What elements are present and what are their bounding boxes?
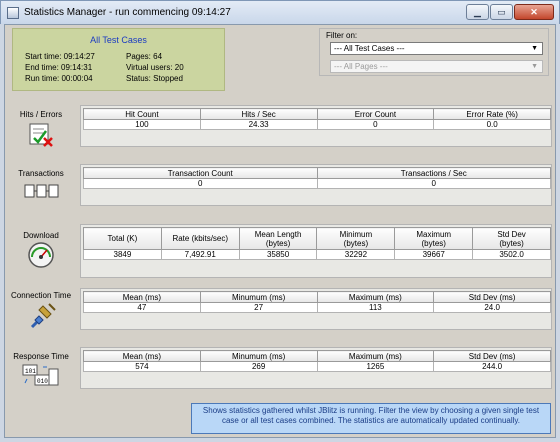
virtual-users: Virtual users: 20 [126, 63, 184, 72]
transactions-label: Transactions [18, 169, 64, 178]
filter-label: Filter on: [326, 31, 358, 40]
hit-count-header[interactable]: Hit Count [83, 108, 201, 120]
resp-mean-value: 574 [83, 361, 201, 372]
info-message: Shows statistics gathered whilst JBlitz … [191, 403, 551, 434]
pages-count: Pages: 64 [126, 52, 163, 61]
test-case-filter-value: --- All Test Cases --- [334, 44, 405, 53]
run-status: Status: Stopped [126, 74, 183, 83]
hits-per-sec-header[interactable]: Hits / Sec [199, 108, 318, 120]
minimum-bytes-value: 32292 [316, 249, 396, 260]
table-row: 100 24.33 0 0.0 [83, 119, 551, 130]
app-icon [7, 7, 19, 19]
maximize-button[interactable]: ▭ [490, 4, 513, 20]
test-case-filter-select[interactable]: --- All Test Cases --- ▼ [330, 42, 543, 55]
response-time-label: Response Time [13, 352, 69, 361]
conn-maximum-header[interactable]: Maximum (ms) [316, 291, 435, 303]
maximum-bytes-value: 39667 [394, 249, 474, 260]
resp-maximum-value: 1265 [316, 361, 435, 372]
gauge-icon [28, 242, 54, 268]
transactions-per-sec-value: 0 [316, 178, 551, 189]
connection-plug-icon [30, 303, 56, 329]
resp-std-dev-value: 244.0 [433, 361, 551, 372]
window-title: Statistics Manager - run commencing 09:1… [24, 7, 231, 18]
connection-time-panel: Mean (ms) Minumum (ms) Maximum (ms) Std … [80, 288, 552, 330]
total-k-header[interactable]: Total (K) [83, 227, 162, 250]
conn-minimum-header[interactable]: Minumum (ms) [199, 291, 318, 303]
transactions-per-sec-header[interactable]: Transactions / Sec [316, 167, 551, 179]
transactions-panel: Transaction Count Transactions / Sec 0 0 [80, 164, 552, 206]
transaction-count-value: 0 [83, 178, 318, 189]
connection-time-table: Mean (ms) Minumum (ms) Maximum (ms) Std … [83, 291, 551, 313]
conn-minimum-value: 27 [199, 302, 318, 313]
hit-count-value: 100 [83, 119, 201, 130]
start-time: Start time: 09:14:27 [25, 52, 95, 61]
hits-per-sec-value: 24.33 [199, 119, 318, 130]
resp-minimum-header[interactable]: Minumum (ms) [199, 350, 318, 362]
conn-maximum-value: 113 [316, 302, 435, 313]
mean-length-value: 35850 [238, 249, 318, 260]
connection-time-label: Connection Time [10, 291, 72, 300]
error-count-value: 0 [316, 119, 435, 130]
table-row: 574 269 1265 244.0 [83, 361, 551, 372]
hits-errors-table: Hit Count Hits / Sec Error Count Error R… [83, 108, 551, 130]
response-time-table: Mean (ms) Minumum (ms) Maximum (ms) Std … [83, 350, 551, 372]
summary-times: Start time: 09:14:27 End time: 09:14:31 … [25, 51, 95, 84]
minimum-bytes-header[interactable]: Minimum (bytes) [316, 227, 396, 250]
transactions-table: Transaction Count Transactions / Sec 0 0 [83, 167, 551, 189]
maximum-bytes-header[interactable]: Maximum (bytes) [394, 227, 474, 250]
end-time: End time: 09:14:31 [25, 63, 93, 72]
run-time: Run time: 00:00:04 [25, 74, 93, 83]
pages-filter-value: --- All Pages --- [334, 62, 388, 71]
table-row: 47 27 113 24.0 [83, 302, 551, 313]
conn-mean-value: 47 [83, 302, 201, 313]
hits-errors-panel: Hit Count Hits / Sec Error Count Error R… [80, 105, 552, 147]
pages-filter-select[interactable]: --- All Pages --- ▼ [330, 60, 543, 73]
resp-maximum-header[interactable]: Maximum (ms) [316, 350, 435, 362]
hits-errors-icon [29, 123, 53, 147]
rate-header[interactable]: Rate (kbits/sec) [160, 227, 240, 250]
window-titlebar: Statistics Manager - run commencing 09:1… [0, 0, 560, 24]
conn-mean-header[interactable]: Mean (ms) [83, 291, 201, 303]
resp-std-dev-header[interactable]: Std Dev (ms) [433, 350, 551, 362]
hits-errors-label: Hits / Errors [19, 110, 63, 119]
error-count-header[interactable]: Error Count [316, 108, 435, 120]
resp-mean-header[interactable]: Mean (ms) [83, 350, 201, 362]
minimize-button[interactable]: ▁ [466, 4, 489, 20]
summary-counts: Pages: 64 Virtual users: 20 Status: Stop… [126, 51, 184, 84]
chevron-down-icon: ▼ [531, 63, 538, 70]
resp-minimum-value: 269 [199, 361, 318, 372]
conn-std-dev-header[interactable]: Std Dev (ms) [433, 291, 551, 303]
chevron-down-icon: ▼ [531, 45, 538, 52]
response-data-icon: 101 010 [22, 364, 59, 386]
svg-text:101: 101 [25, 368, 36, 375]
conn-std-dev-value: 24.0 [433, 302, 551, 313]
summary-title: All Test Cases [90, 35, 147, 45]
std-dev-bytes-header[interactable]: Std Dev (bytes) [472, 227, 551, 250]
table-row: 0 0 [83, 178, 551, 189]
response-time-panel: Mean (ms) Minumum (ms) Maximum (ms) Std … [80, 347, 552, 389]
download-table: Total (K) Rate (kbits/sec) Mean Length (b… [83, 227, 551, 260]
total-k-value: 3849 [83, 249, 162, 260]
filter-group: Filter on: --- All Test Cases --- ▼ --- … [319, 28, 549, 76]
run-summary-box: All Test Cases Start time: 09:14:27 End … [12, 28, 225, 91]
window-client: All Test Cases Start time: 09:14:27 End … [4, 24, 556, 438]
table-row: 3849 7,492.91 35850 32292 39667 3502.0 [83, 249, 551, 260]
error-rate-value: 0.0 [433, 119, 551, 130]
transactions-icon [24, 184, 59, 198]
error-rate-header[interactable]: Error Rate (%) [433, 108, 551, 120]
std-dev-bytes-value: 3502.0 [472, 249, 551, 260]
svg-text:010: 010 [37, 378, 48, 385]
download-label: Download [23, 231, 59, 240]
window-controls: ▁ ▭ ✕ [466, 4, 554, 20]
download-panel: Total (K) Rate (kbits/sec) Mean Length (b… [80, 224, 552, 278]
rate-value: 7,492.91 [160, 249, 240, 260]
transaction-count-header[interactable]: Transaction Count [83, 167, 318, 179]
mean-length-header[interactable]: Mean Length (bytes) [238, 227, 318, 250]
close-button[interactable]: ✕ [514, 4, 554, 20]
